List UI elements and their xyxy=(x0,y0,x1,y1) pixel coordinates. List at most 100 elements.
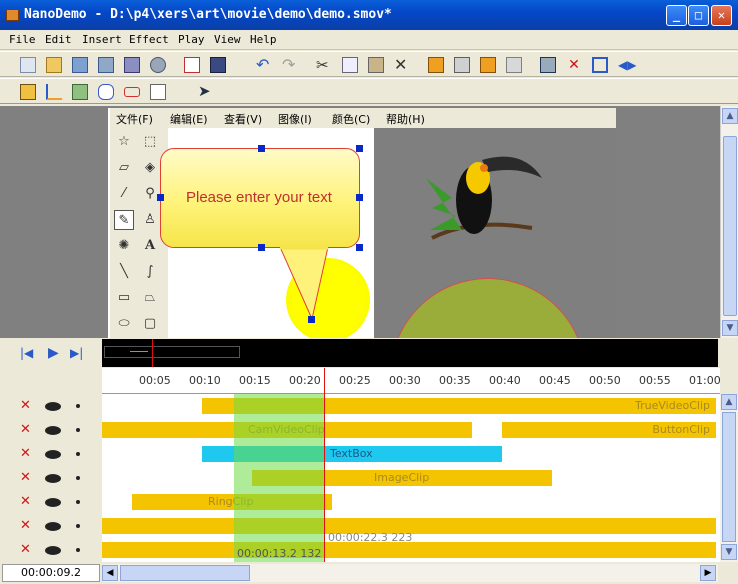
frame-icon[interactable] xyxy=(592,57,608,73)
rounded-rect-icon[interactable]: ▢ xyxy=(140,314,160,334)
close-button[interactable]: ✕ xyxy=(711,5,732,26)
skip-start-icon[interactable]: |◀ xyxy=(20,346,33,360)
vertical-scrollbar[interactable]: ▲ ▼ xyxy=(720,106,738,338)
tracks-scroll-down-icon[interactable]: ▼ xyxy=(721,544,737,560)
flip-icon[interactable]: ◀▶ xyxy=(618,57,636,73)
bring-front-icon[interactable] xyxy=(428,57,444,73)
tail-handle[interactable] xyxy=(308,316,315,323)
track-lock-dot[interactable] xyxy=(76,404,80,408)
send-back-icon[interactable] xyxy=(454,57,470,73)
send-backward-icon[interactable] xyxy=(506,57,522,73)
resize-handle[interactable] xyxy=(356,194,363,201)
properties-icon[interactable] xyxy=(124,57,140,73)
editor-menu-help[interactable]: 帮助(H) xyxy=(386,111,425,127)
editor-menu-file[interactable]: 文件(F) xyxy=(116,111,153,127)
save-icon[interactable] xyxy=(72,57,88,73)
settings-icon[interactable] xyxy=(150,57,166,73)
callout-box[interactable]: Please enter your text xyxy=(160,148,360,248)
overview-window[interactable] xyxy=(104,346,240,358)
pointer-icon[interactable]: ➤ xyxy=(198,83,214,99)
rect-select-icon[interactable]: ⬚ xyxy=(140,132,160,152)
line-icon[interactable]: ╲ xyxy=(114,262,134,282)
open-icon[interactable] xyxy=(46,57,62,73)
track-lock-dot[interactable] xyxy=(76,500,80,504)
tracks-scroll-up-icon[interactable]: ▲ xyxy=(721,394,737,410)
time-ruler[interactable]: 00:05 00:10 00:15 00:20 00:25 00:30 00:3… xyxy=(102,368,721,394)
menu-view[interactable]: View xyxy=(214,33,241,46)
timeline-overview[interactable] xyxy=(102,339,718,367)
remove-track-icon[interactable]: ✕ xyxy=(20,398,31,413)
rectangle-icon[interactable] xyxy=(124,87,140,97)
skip-end-icon[interactable]: ▶| xyxy=(70,346,83,360)
track-lock-dot[interactable] xyxy=(76,548,80,552)
track-lock-dot[interactable] xyxy=(76,428,80,432)
maximize-button[interactable]: □ xyxy=(688,5,709,26)
paste-icon[interactable] xyxy=(368,57,384,73)
remove-track-icon[interactable]: ✕ xyxy=(20,422,31,437)
brush-icon[interactable]: ♙ xyxy=(140,210,160,230)
remove-track-icon[interactable]: ✕ xyxy=(20,446,31,461)
clip-button[interactable]: ButtonClip xyxy=(502,422,716,438)
resize-handle[interactable] xyxy=(356,244,363,251)
track-lock-dot[interactable] xyxy=(76,452,80,456)
save-as-icon[interactable] xyxy=(98,57,114,73)
airbrush-icon[interactable]: ✺ xyxy=(114,236,134,256)
scroll-down-icon[interactable]: ▼ xyxy=(722,320,738,336)
undo-icon[interactable]: ↶ xyxy=(256,57,272,73)
menu-insert[interactable]: Insert xyxy=(82,33,122,46)
callout-text[interactable]: Please enter your text xyxy=(186,189,332,206)
time-selection[interactable] xyxy=(234,394,324,562)
publish-icon[interactable] xyxy=(210,57,226,73)
curve-icon[interactable]: ∫ xyxy=(140,262,160,282)
visibility-eye-icon[interactable] xyxy=(45,426,61,435)
import-icon[interactable] xyxy=(540,57,556,73)
resize-handle[interactable] xyxy=(258,244,265,251)
remove-track-icon[interactable]: ✕ xyxy=(20,494,31,509)
visibility-eye-icon[interactable] xyxy=(45,402,61,411)
polygon-icon[interactable]: ⏢ xyxy=(140,288,160,308)
menu-edit[interactable]: Edit xyxy=(45,33,72,46)
track-lock-dot[interactable] xyxy=(76,524,80,528)
app-icon[interactable] xyxy=(6,9,19,21)
visibility-eye-icon[interactable] xyxy=(45,522,61,531)
bring-forward-icon[interactable] xyxy=(480,57,496,73)
editor-menu-color[interactable]: 颜色(C) xyxy=(332,111,370,127)
visibility-eye-icon[interactable] xyxy=(45,474,61,483)
remove-track-icon[interactable]: ✕ xyxy=(20,542,31,557)
redo-icon[interactable]: ↷ xyxy=(282,57,298,73)
playhead[interactable] xyxy=(324,368,325,562)
chart-icon[interactable] xyxy=(46,84,62,100)
fill-icon[interactable]: ◈ xyxy=(140,158,160,178)
eraser-icon[interactable]: ▱ xyxy=(114,158,134,178)
editor-menu-view[interactable]: 查看(V) xyxy=(224,111,262,127)
free-select-icon[interactable]: ☆ xyxy=(114,132,134,152)
image-icon[interactable] xyxy=(72,84,88,100)
box-icon[interactable] xyxy=(150,84,166,100)
clip-unnamed[interactable] xyxy=(102,542,716,558)
hscroll-thumb[interactable] xyxy=(120,565,250,581)
play-icon[interactable]: ▶ xyxy=(48,345,59,361)
remove-icon[interactable]: ✕ xyxy=(566,57,582,73)
track-lock-dot[interactable] xyxy=(76,476,80,480)
menu-help[interactable]: Help xyxy=(250,33,277,46)
picker-icon[interactable]: ⁄ xyxy=(114,184,134,204)
horizontal-scrollbar[interactable]: ◀ ▶ xyxy=(102,564,718,582)
remove-track-icon[interactable]: ✕ xyxy=(20,470,31,485)
pencil-icon[interactable]: ✎ xyxy=(114,210,134,230)
resize-handle[interactable] xyxy=(356,145,363,152)
tracks-scrollbar[interactable]: ▲ ▼ xyxy=(720,394,738,562)
visibility-eye-icon[interactable] xyxy=(45,498,61,507)
ellipse-icon[interactable]: ⬭ xyxy=(114,314,134,334)
cut-icon[interactable]: ✂ xyxy=(316,57,332,73)
callout-icon[interactable] xyxy=(98,84,114,100)
delete-icon[interactable]: ✕ xyxy=(394,57,410,73)
new-icon[interactable] xyxy=(20,57,36,73)
editor-menu-image[interactable]: 图像(I) xyxy=(278,111,312,127)
visibility-eye-icon[interactable] xyxy=(45,450,61,459)
minimize-button[interactable]: _ xyxy=(666,5,687,26)
current-time-field[interactable]: 00:00:09.2 xyxy=(2,564,100,582)
rect-tool-icon[interactable]: ▭ xyxy=(114,288,134,308)
visibility-eye-icon[interactable] xyxy=(45,546,61,555)
remove-track-icon[interactable]: ✕ xyxy=(20,518,31,533)
menu-play[interactable]: Play xyxy=(178,33,205,46)
